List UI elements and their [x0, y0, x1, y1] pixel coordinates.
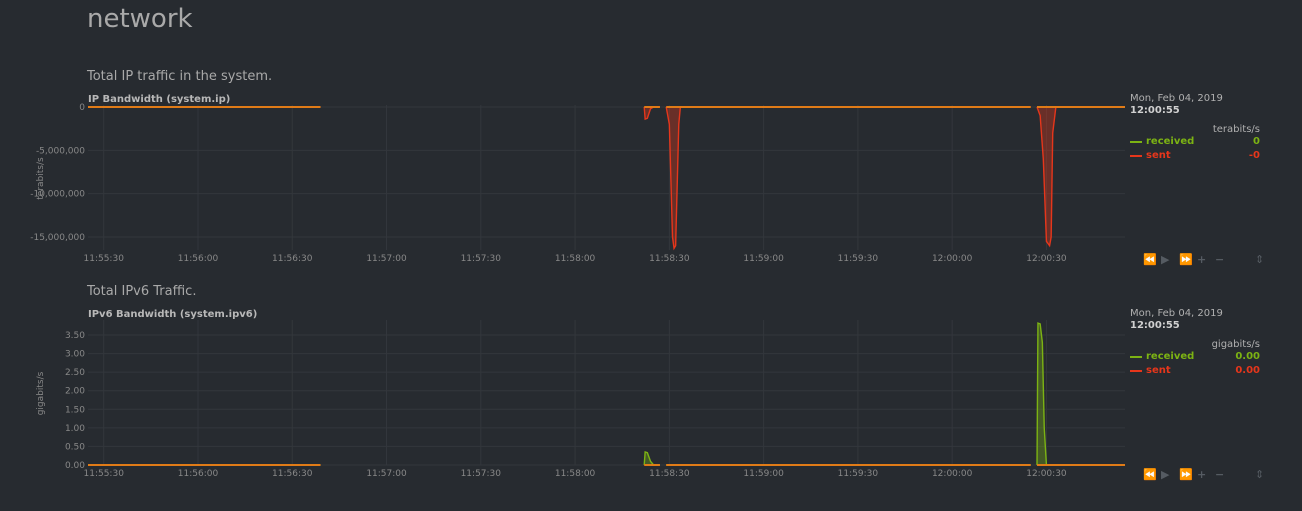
x-tick-label: 12:00:30 — [1026, 254, 1067, 264]
chart-description-ipv6: Total IPv6 Traffic. — [87, 284, 197, 299]
legend-swatch-received — [1130, 356, 1142, 358]
series-line-sent — [665, 106, 1031, 251]
legend-time: 12:00:55 — [1130, 105, 1180, 116]
x-tick-label: 11:56:30 — [272, 254, 313, 264]
legend-time: 12:00:55 — [1130, 320, 1180, 331]
x-tick-label: 12:00:00 — [932, 254, 973, 264]
legend-entry-received[interactable]: received 0.00 — [1130, 350, 1260, 364]
zoom-in-icon[interactable]: + — [1197, 253, 1206, 266]
legend-value: 0 — [1253, 136, 1260, 147]
rewind-icon[interactable]: ⏪ — [1143, 468, 1157, 481]
x-tick-label: 11:58:00 — [555, 469, 596, 479]
legend-name: sent — [1146, 365, 1171, 376]
y-axis-label: gigabits/s — [36, 371, 46, 415]
chart-ipv6-bandwidth[interactable]: IPv6 Bandwidth (system.ipv6) gigabits/s 0.… — [0, 305, 1302, 485]
chart-description-ip: Total IP traffic in the system. — [87, 69, 273, 84]
y-tick-label: 0.00 — [65, 461, 85, 471]
x-tick-label: 11:56:30 — [272, 469, 313, 479]
x-tick-label: 11:59:30 — [838, 254, 879, 264]
legend-units: gigabits/s — [1211, 339, 1260, 350]
chart-ip-svg[interactable]: IP Bandwidth (system.ip)terabits/s0-5,00… — [0, 90, 1302, 270]
x-tick-label: 11:57:30 — [461, 254, 502, 264]
y-tick-label: -15,000,000 — [30, 233, 85, 243]
y-tick-label: 1.50 — [65, 405, 85, 415]
chart-title: IPv6 Bandwidth (system.ipv6) — [88, 309, 257, 320]
x-tick-label: 11:56:00 — [178, 469, 219, 479]
zoom-in-icon[interactable]: + — [1197, 468, 1206, 481]
legend-name: received — [1146, 351, 1195, 362]
zoom-out-icon[interactable]: − — [1215, 253, 1224, 266]
legend-name: sent — [1146, 150, 1171, 161]
chart-title: IP Bandwidth (system.ip) — [88, 94, 230, 105]
x-tick-label: 12:00:30 — [1026, 469, 1067, 479]
series-area-sent — [644, 107, 660, 120]
legend-entry-sent[interactable]: sent -0 — [1130, 149, 1260, 163]
x-tick-label: 11:57:00 — [366, 469, 407, 479]
legend-swatch-sent — [1130, 155, 1142, 157]
legend-swatch-received — [1130, 141, 1142, 143]
fast-forward-icon[interactable]: ⏩ — [1179, 253, 1193, 266]
play-icon[interactable]: ▶ — [1161, 253, 1169, 266]
chart-ip-bandwidth[interactable]: IP Bandwidth (system.ip) terabits/s 0 -5,00… — [0, 90, 1302, 270]
resize-handle-icon[interactable]: ⇕ — [1255, 468, 1264, 481]
y-tick-label: 2.50 — [65, 368, 85, 378]
legend-units: terabits/s — [1212, 124, 1260, 135]
x-tick-label: 12:00:00 — [932, 469, 973, 479]
x-tick-label: 11:55:30 — [84, 254, 125, 264]
series-line-received — [1036, 322, 1125, 466]
legend-value: 0.00 — [1235, 351, 1260, 362]
x-tick-label: 11:59:30 — [838, 469, 879, 479]
x-tick-label: 11:55:30 — [84, 469, 125, 479]
chart-toolbar: ⏪ ▶ ⏩ + − ⇕ — [1140, 468, 1270, 482]
legend-date: Mon, Feb 04, 2019 — [1130, 93, 1223, 104]
chart-toolbar: ⏪ ▶ ⏩ + − ⇕ — [1140, 253, 1270, 267]
y-tick-label: 2.00 — [65, 387, 85, 397]
x-tick-label: 11:57:30 — [461, 469, 502, 479]
series-area-sent — [666, 107, 1031, 249]
y-tick-label: 1.00 — [65, 424, 85, 434]
fast-forward-icon[interactable]: ⏩ — [1179, 468, 1193, 481]
x-tick-label: 11:57:00 — [366, 254, 407, 264]
y-tick-label: 3.50 — [65, 331, 85, 341]
x-tick-label: 11:58:30 — [649, 469, 690, 479]
x-tick-label: 11:58:00 — [555, 254, 596, 264]
chart-ipv6-svg[interactable]: IPv6 Bandwidth (system.ipv6)gigabits/s0.… — [0, 305, 1302, 485]
x-tick-label: 11:59:00 — [743, 254, 784, 264]
play-icon[interactable]: ▶ — [1161, 468, 1169, 481]
zoom-out-icon[interactable]: − — [1215, 468, 1224, 481]
series-area-received — [1037, 323, 1125, 465]
rewind-icon[interactable]: ⏪ — [1143, 253, 1157, 266]
legend-entry-received[interactable]: received 0 — [1130, 135, 1260, 149]
series-area-sent — [1037, 107, 1125, 246]
y-tick-label: -5,000,000 — [36, 146, 85, 156]
legend-swatch-sent — [1130, 370, 1142, 372]
y-tick-label: -10,000,000 — [30, 190, 85, 200]
legend-date: Mon, Feb 04, 2019 — [1130, 308, 1223, 319]
legend-entry-sent[interactable]: sent 0.00 — [1130, 364, 1260, 378]
legend-ip: Mon, Feb 04, 2019 12:00:55 terabits/s re… — [1130, 93, 1260, 163]
legend-name: received — [1146, 136, 1195, 147]
resize-handle-icon[interactable]: ⇕ — [1255, 253, 1264, 266]
legend-value: -0 — [1248, 150, 1260, 161]
y-tick-label: 3.00 — [65, 350, 85, 360]
y-tick-label: 0 — [79, 103, 85, 113]
legend-ipv6: Mon, Feb 04, 2019 12:00:55 gigabits/s re… — [1130, 308, 1260, 378]
section-title: network — [87, 4, 193, 34]
legend-value: 0.00 — [1235, 365, 1260, 376]
x-tick-label: 11:59:00 — [743, 469, 784, 479]
x-tick-label: 11:56:00 — [178, 254, 219, 264]
x-tick-label: 11:58:30 — [649, 254, 690, 264]
y-tick-label: 0.50 — [65, 442, 85, 452]
